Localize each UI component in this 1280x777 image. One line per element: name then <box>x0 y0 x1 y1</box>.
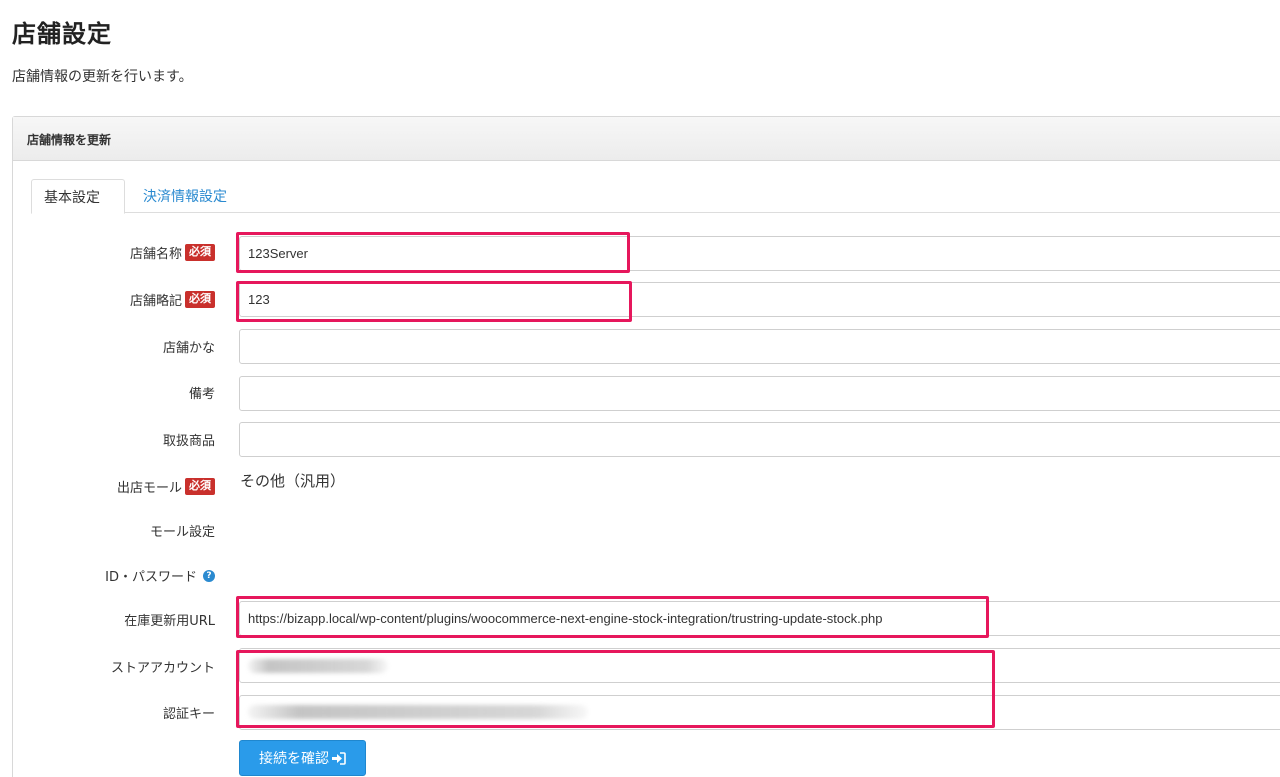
store-kana-label: 店舗かな <box>162 341 215 356</box>
id-password-label: ID・パスワード ? <box>105 566 215 585</box>
redacted-auth-key <box>248 705 588 719</box>
products-label: 取扱商品 <box>162 434 215 449</box>
mall-value: その他（汎用） <box>240 472 346 490</box>
tab-bar: 基本設定 決済情報設定 <box>31 179 1280 214</box>
page-description: 店舗情報の更新を行います。 <box>12 69 193 85</box>
confirm-connection-button[interactable]: 接続を確認 <box>239 740 366 776</box>
tab-payment-settings[interactable]: 決済情報設定 <box>131 179 239 213</box>
stock-url-input[interactable] <box>239 601 1280 636</box>
required-badge: 必須 <box>185 244 215 261</box>
store-account-input[interactable] <box>239 648 1280 683</box>
store-abbr-input[interactable] <box>239 282 1280 317</box>
store-kana-input[interactable] <box>239 329 1280 364</box>
mall-settings-label: モール設定 <box>149 525 215 540</box>
remarks-label: 備考 <box>188 387 215 402</box>
redacted-store-account <box>248 659 388 673</box>
help-icon[interactable]: ? <box>203 569 215 582</box>
sign-in-icon <box>332 751 346 765</box>
store-name-label: 店舗名称 必須 <box>130 243 215 262</box>
mall-label: 出店モール 必須 <box>117 477 215 496</box>
store-account-label: ストアアカウント <box>110 661 215 676</box>
page-title: 店舗設定 <box>12 20 112 48</box>
products-input[interactable] <box>239 422 1280 457</box>
panel-heading: 店舗情報を更新 <box>13 117 1280 161</box>
required-badge: 必須 <box>185 291 215 308</box>
remarks-input[interactable] <box>239 376 1280 411</box>
stock-url-label: 在庫更新用URL <box>124 614 215 629</box>
auth-key-label: 認証キー <box>162 707 215 722</box>
store-abbr-label: 店舗略記 必須 <box>130 290 215 309</box>
tab-basic-settings[interactable]: 基本設定 <box>31 179 125 214</box>
required-badge: 必須 <box>185 478 215 495</box>
store-name-input[interactable] <box>239 236 1280 271</box>
